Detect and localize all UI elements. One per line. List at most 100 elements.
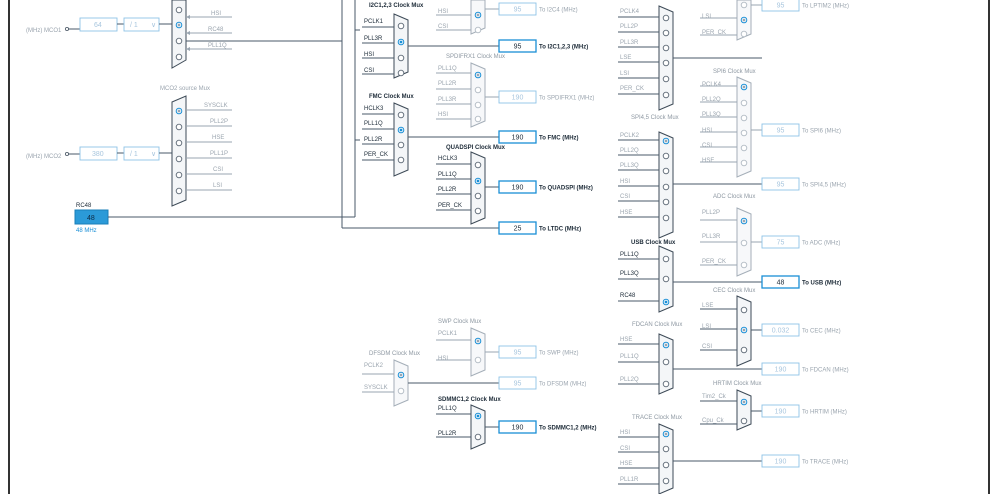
adc-input-pll2p: PLL2P — [702, 210, 720, 216]
adc-clock-mux: ADC Clock Mux PLL2P PLL3R PER_CK — [700, 194, 762, 277]
usb-input-pll1q: PLL1Q — [620, 252, 639, 258]
spi45-input-hse: HSE — [620, 210, 632, 216]
cec-clock-mux: CEC Clock Mux LSE LSI CSI — [700, 288, 762, 367]
spi45-radio-hse[interactable] — [662, 214, 670, 222]
cec-input-lsi: LSI — [702, 324, 711, 330]
to-i2c4-mhz-label: To I2C4 (MHz) — [539, 8, 578, 14]
swp-clock-mux: SWP Clock Mux PCLK1 HSI — [436, 319, 499, 377]
to-fmc-mhz-label: To FMC (MHz) — [539, 136, 579, 142]
fdcan-radio-pll2q[interactable] — [662, 380, 670, 388]
to-cec-mhz-value: 0.032 — [772, 328, 790, 335]
mco2-input-csi: CSI — [213, 167, 223, 173]
mco1-radio-pll1q[interactable] — [175, 53, 183, 61]
spi6-input-csi: CSI — [702, 143, 712, 149]
to-spi6-mhz-label: To SPI6 (MHz) — [802, 129, 841, 135]
mco2-radio-pll1p[interactable] — [175, 155, 183, 163]
fmc-radio-hclk3[interactable] — [397, 111, 405, 119]
sdmmc12-input-pll2r: PLL2R — [438, 431, 457, 437]
cec-radio-csi[interactable] — [740, 346, 748, 354]
spi45-radio-csi[interactable] — [662, 198, 670, 206]
cec-radio-lse[interactable] — [740, 306, 748, 314]
to-ltdc-mhz-label: To LTDC (MHz) — [539, 227, 581, 233]
quadspi-radio-hclk3[interactable] — [474, 161, 482, 169]
mco2-value: 380 — [92, 151, 104, 158]
spi45-radio-pll3q[interactable] — [662, 167, 670, 175]
mco1-input-pll1q: PLL1Q — [208, 43, 227, 49]
i2c123-radio-pclk1[interactable] — [397, 22, 405, 30]
trace-radio-csi[interactable] — [662, 445, 670, 453]
mco1-radio-rc48[interactable] — [175, 37, 183, 45]
fmc-radio-pll2r[interactable] — [397, 141, 405, 149]
spi6-radio-hsi[interactable] — [740, 129, 748, 137]
to-sdmmc1-2-mhz-value: 190 — [512, 425, 524, 432]
spdifrx1-radio-pll3r[interactable] — [474, 101, 482, 109]
spi6-radio-pll3q[interactable] — [740, 114, 748, 122]
to-swp-mhz-label: To SWP (MHz) — [539, 351, 579, 357]
sdmmc12-radio-pll2r[interactable] — [474, 433, 482, 441]
spi6-mux-title: SPI6 Clock Mux — [713, 69, 756, 75]
hrtim-radio-cpu-ck[interactable] — [740, 417, 748, 425]
quadspi-radio-per-ck[interactable] — [474, 207, 482, 215]
fdcan-radio-pll1q[interactable] — [662, 358, 670, 366]
mco2-radio-hse[interactable] — [175, 139, 183, 147]
fmc-radio-per-ck[interactable] — [397, 156, 405, 164]
spi45-radio-pll2q[interactable] — [662, 152, 670, 160]
spi6-radio-pll2q[interactable] — [740, 99, 748, 107]
i2c123-radio-csi[interactable] — [397, 69, 405, 77]
quadspi-radio-pll2r[interactable] — [474, 192, 482, 200]
trace-radio-hse[interactable] — [662, 461, 670, 469]
usb-radio-pll1q[interactable] — [662, 255, 670, 263]
i2c123-input-pclk1: PCLK1 — [364, 19, 384, 25]
lptim2-radio-per-ck[interactable] — [662, 91, 670, 99]
swp-mux-title: SWP Clock Mux — [438, 319, 481, 325]
spi6-input-hsi: HSI — [702, 128, 712, 134]
mco2-input-sysclk: SYSCLK — [204, 103, 228, 109]
i2c123-radio-hsi[interactable] — [397, 54, 405, 62]
to-i2c4-mhz-value: 95 — [514, 7, 522, 14]
mco2-radio-csi[interactable] — [175, 171, 183, 179]
swp-radio-hsi[interactable] — [474, 356, 482, 364]
sdmmc12-mux-title: SDMMC1,2 Clock Mux — [438, 397, 501, 403]
spi45-radio-hsi[interactable] — [662, 183, 670, 191]
adc-input-pll3r: PLL3R — [702, 234, 721, 240]
lptim2b-input-per-ck: PER_CK — [702, 30, 726, 36]
spi6-radio-hse[interactable] — [740, 159, 748, 167]
to-fdcan-mhz-label: To FDCAN (MHz) — [802, 368, 849, 374]
lptim2-radio-pclk4[interactable] — [662, 14, 670, 22]
lptim2-radio-lsi[interactable] — [662, 75, 670, 83]
to-spi6-mhz-value: 95 — [777, 128, 785, 135]
lptim2-input-pll2p: PLL2P — [620, 24, 638, 30]
trace-input-csi: CSI — [620, 446, 630, 452]
usb-radio-pll3q[interactable] — [662, 275, 670, 283]
spdifrx1-radio-pll2r[interactable] — [474, 86, 482, 94]
fmc-mux-title: FMC Clock Mux — [369, 94, 414, 100]
lptim2b-radio-per-ck[interactable] — [740, 30, 748, 38]
adc-radio-pll3r[interactable] — [740, 239, 748, 247]
dfsdm-radio-sysclk[interactable] — [397, 387, 405, 395]
trace-radio-pll1r[interactable] — [662, 477, 670, 485]
mco2-radio-lsi[interactable] — [175, 187, 183, 195]
adc-radio-per-ck[interactable] — [740, 261, 748, 269]
mco2-radio-pll2p[interactable] — [175, 123, 183, 131]
lptim2-radio-lse[interactable] — [662, 59, 670, 67]
usb-mux-title: USB Clock Mux — [631, 240, 676, 246]
i2c4-radio-csi[interactable] — [474, 26, 482, 34]
to-ltdc-mhz-value: 25 — [514, 226, 522, 233]
fmc-input-hclk3: HCLK3 — [364, 106, 384, 112]
lptim2-radio-pll2p[interactable] — [662, 29, 670, 37]
cec-input-csi: CSI — [702, 344, 712, 350]
lptim2-input-per-ck: PER_CK — [620, 86, 644, 92]
spdifrx1-radio-hsi[interactable] — [474, 115, 482, 123]
to-adc-mhz-label: To ADC (MHz) — [802, 241, 840, 247]
mco1-label: (MHz) MCO1 — [26, 28, 62, 34]
lptim2-mux-small: LSI PER_CK — [700, 0, 762, 41]
swp-input-pclk1: PCLK1 — [438, 331, 458, 337]
spi6-radio-csi[interactable] — [740, 144, 748, 152]
mco1-divider-chevron-icon: ∨ — [151, 22, 156, 29]
mco1-divider-value: / 1 — [130, 22, 138, 29]
hrtim-input-cpu-ck: Cpu_Ck — [702, 418, 725, 424]
adc-input-per-ck: PER_CK — [702, 259, 726, 265]
i2c4-clock-mux: HSI CSI — [436, 0, 499, 35]
to-hrtim-mhz-value: 190 — [775, 409, 787, 416]
lptim2-radio-pll3r[interactable] — [662, 44, 670, 52]
